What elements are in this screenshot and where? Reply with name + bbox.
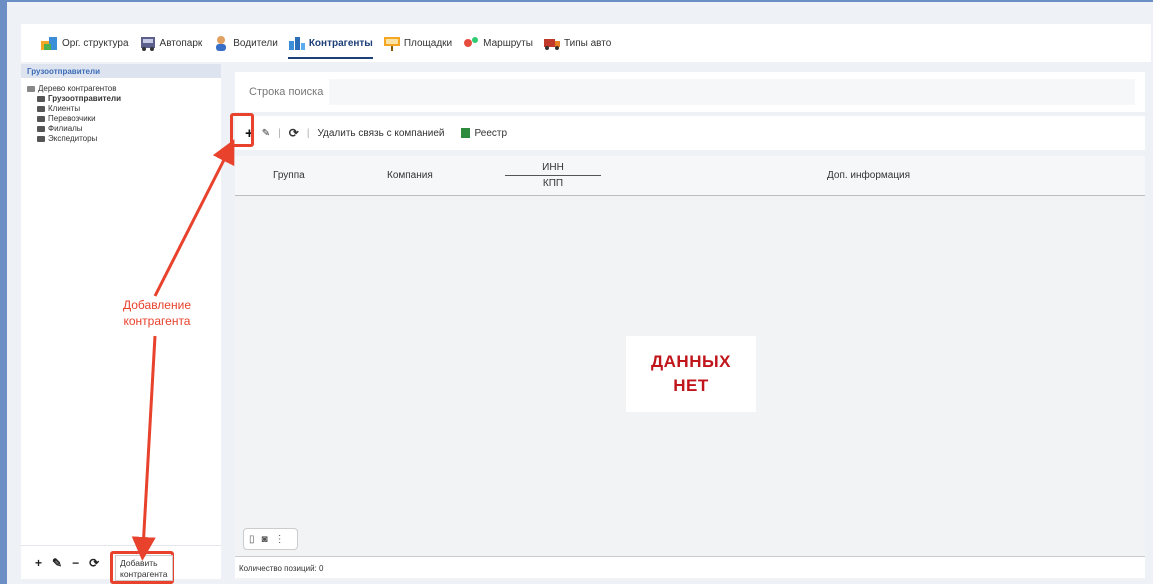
- app-window: Орг. структура Автопарк Водители Контраг…: [0, 0, 1153, 584]
- no-data-message: ДАННЫХ НЕТ: [626, 336, 756, 412]
- search-bar: Строка поиска: [235, 72, 1145, 112]
- counterparty-tree: Дерево контрагентов Грузоотправители Кли…: [21, 78, 221, 150]
- add-button[interactable]: +: [35, 556, 42, 570]
- column-kpp: КПП: [542, 178, 564, 189]
- grid-toolbar: + ✎ | ⟳ | Удалить связь с компанией Реес…: [235, 116, 1145, 150]
- separator: |: [278, 127, 281, 139]
- tree-item-label: Экспедиторы: [48, 134, 98, 143]
- annotation-line: Добавление: [123, 298, 191, 312]
- folder-icon: [37, 116, 45, 122]
- column-group[interactable]: Группа: [273, 170, 305, 181]
- highlight-add-button: [230, 113, 254, 147]
- edit-icon[interactable]: ✎: [262, 128, 270, 139]
- search-label: Строка поиска: [249, 86, 324, 98]
- nav-label: Типы авто: [563, 37, 612, 49]
- grid-header: Группа Компания ИНН КПП Доп. информация: [235, 156, 1145, 196]
- tree-item-label: Перевозчики: [48, 114, 96, 123]
- counterparties-grid: Группа Компания ИНН КПП Доп. информация …: [235, 156, 1145, 580]
- nav-label: Маршруты: [483, 37, 533, 49]
- add-counterparty-tooltip: Добавить контрагента: [115, 555, 173, 581]
- camera-icon[interactable]: ◙: [262, 534, 268, 545]
- registry-label: Реестр: [474, 127, 508, 139]
- org-structure-icon: [41, 35, 59, 51]
- tree-item-branches[interactable]: Филиалы: [27, 124, 215, 134]
- grid-mini-tools: ▯ ◙ ⋮: [243, 528, 298, 550]
- refresh-icon[interactable]: ⟳: [89, 556, 99, 570]
- nav-sites[interactable]: Площадки: [383, 29, 452, 57]
- nav-label: Контрагенты: [308, 37, 373, 49]
- tooltip-line: Добавить: [120, 558, 158, 568]
- vehicle-types-icon: [543, 35, 561, 51]
- column-company[interactable]: Компания: [387, 170, 433, 181]
- tree-root[interactable]: Дерево контрагентов: [27, 84, 215, 94]
- folder-icon: [37, 126, 45, 132]
- nav-routes[interactable]: Маршруты: [462, 29, 533, 57]
- driver-icon: [212, 35, 230, 51]
- routes-icon: [462, 35, 480, 51]
- tree-root-label: Дерево контрагентов: [38, 84, 117, 93]
- tree-item-label: Филиалы: [48, 124, 83, 133]
- panel-header: Грузоотправители: [21, 64, 221, 78]
- nav-label: Водители: [233, 37, 278, 49]
- tree-item-label: Грузоотправители: [48, 94, 121, 103]
- fleet-icon: [139, 35, 157, 51]
- tree-item-carriers[interactable]: Перевозчики: [27, 114, 215, 124]
- annotation-label: Добавление контрагента: [102, 297, 212, 329]
- nav-org-structure[interactable]: Орг. структура: [41, 29, 129, 57]
- tooltip-line: контрагента: [120, 569, 168, 579]
- nav-fleet[interactable]: Автопарк: [139, 29, 203, 57]
- excel-icon: [460, 128, 470, 138]
- tree-item-label: Клиенты: [48, 104, 81, 113]
- tree-item-forwarders[interactable]: Экспедиторы: [27, 134, 215, 144]
- no-data-line: НЕТ: [673, 376, 709, 395]
- tree-item-clients[interactable]: Клиенты: [27, 104, 215, 114]
- tree-item-shippers[interactable]: Грузоотправители: [27, 94, 215, 104]
- folder-icon: [37, 136, 45, 142]
- remove-button[interactable]: −: [72, 556, 79, 570]
- counterparties-icon: [288, 35, 306, 51]
- search-input[interactable]: [329, 79, 1135, 105]
- column-inn: ИНН: [505, 162, 601, 176]
- registry-button[interactable]: Реестр: [460, 127, 508, 139]
- main-content: Строка поиска + ✎ | ⟳ | Удалить связь с …: [225, 64, 1151, 580]
- nav-label: Площадки: [403, 37, 453, 49]
- nav-label: Орг. структура: [62, 37, 129, 49]
- unlink-company-button[interactable]: Удалить связь с компанией: [317, 128, 444, 139]
- edit-icon[interactable]: ✎: [52, 556, 62, 570]
- annotation-line: контрагента: [123, 314, 191, 328]
- no-data-line: ДАННЫХ: [651, 352, 731, 371]
- folder-icon: [37, 106, 45, 112]
- top-navigation: Орг. структура Автопарк Водители Контраг…: [21, 24, 1151, 62]
- status-bar: Количество позиций: 0: [235, 556, 1145, 578]
- separator: |: [306, 127, 310, 139]
- bookmark-icon[interactable]: ▯: [249, 534, 255, 545]
- nav-label: Автопарк: [159, 37, 203, 49]
- sites-icon: [383, 35, 401, 51]
- nav-vehicle-types[interactable]: Типы авто: [543, 29, 611, 57]
- more-icon[interactable]: ⋮: [275, 534, 285, 545]
- column-inn-kpp[interactable]: ИНН КПП: [505, 162, 601, 189]
- folder-icon: [37, 96, 45, 102]
- column-extra-info[interactable]: Доп. информация: [827, 170, 910, 181]
- nav-drivers[interactable]: Водители: [212, 29, 278, 57]
- refresh-icon[interactable]: ⟳: [289, 126, 299, 140]
- nav-counterparties[interactable]: Контрагенты: [287, 29, 373, 59]
- folder-open-icon: [27, 86, 35, 92]
